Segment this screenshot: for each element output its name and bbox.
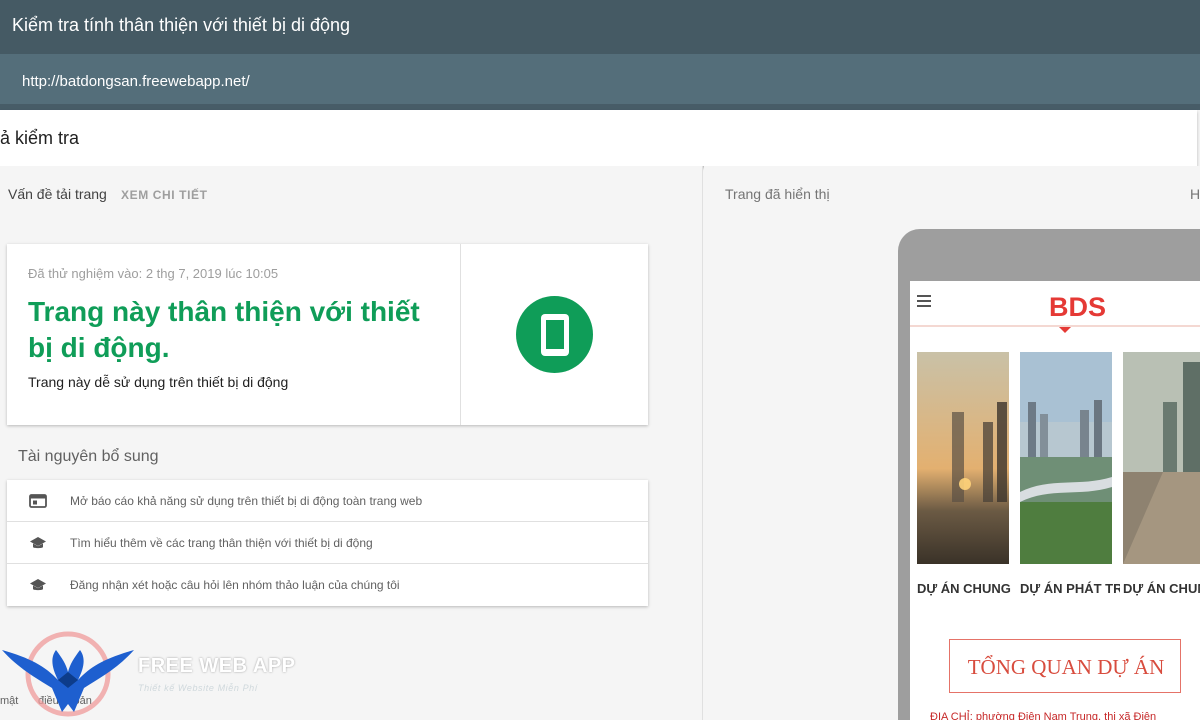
project-caption: DỰ ÁN PHÁT TRIỂN: [1020, 581, 1120, 596]
overview-box: TỔNG QUAN DỰ ÁN: [949, 639, 1181, 693]
resource-item-discussion[interactable]: Đăng nhận xét hoặc câu hỏi lên nhóm thảo…: [7, 564, 648, 606]
address-text: ĐỊA CHỈ: phường Điện Nam Trung, thị xã Đ…: [930, 711, 1157, 720]
top-app-bar: Kiểm tra tính thân thiện với thiết bị di…: [0, 0, 1200, 54]
url-bar[interactable]: http://batdongsan.freewebapp.net/: [0, 54, 1200, 110]
web-page-icon: [29, 494, 47, 508]
project-image: [1020, 352, 1112, 564]
site-header: BDS: [910, 281, 1200, 333]
project-card[interactable]: DỰ ÁN PHÁT TRIỂN: [1020, 352, 1120, 612]
project-caption: DỰ ÁN CHUNG: [917, 581, 1011, 596]
project-image: [917, 352, 1009, 564]
logo-brand: FREE WEB APP: [138, 655, 296, 677]
resource-label: Tìm hiểu thêm về các trang thân thiện vớ…: [70, 536, 373, 550]
view-details-link[interactable]: XEM CHI TIẾT: [121, 188, 208, 202]
rendered-screen: BDS DỰ ÁN CHUNG DỰ ÁN PHÁT TR DỰ ÁN CHU …: [910, 281, 1200, 720]
tested-url[interactable]: http://batdongsan.freewebapp.net/: [22, 73, 250, 90]
mobile-friendly-badge: [516, 296, 593, 373]
result-card: Đã thử nghiệm vào: 2 thg 7, 2019 lúc 10:…: [7, 244, 648, 425]
logo-tagline: Thiết kế Website Miễn Phí: [138, 683, 258, 693]
page-loading-issues-label: Vấn đề tải trang: [8, 186, 107, 202]
eagle-logo-icon: [2, 631, 134, 717]
caret-down-icon: [1059, 327, 1071, 333]
menu-icon[interactable]: [917, 295, 931, 307]
project-card[interactable]: DỰ ÁN CHUNG: [1123, 352, 1200, 612]
result-header: ả kiểm tra: [0, 110, 1197, 166]
resources-list: Mở báo cáo khả năng sử dụng trên thiết b…: [7, 480, 648, 606]
right-pane: Trang đã hiển thị H BDS DỰ ÁN CHUNG DỰ Á…: [704, 166, 1200, 720]
watermark-logo: FREE WEB APP Thiết kế Website Miễn Phí: [0, 628, 300, 720]
clipped-tab-label[interactable]: H: [1190, 186, 1200, 202]
resources-title: Tài nguyên bổ sung: [18, 448, 159, 465]
result-subtext: Trang này dễ sử dụng trên thiết bị di độ…: [28, 374, 289, 390]
project-caption: DỰ ÁN CHUNG: [1123, 581, 1200, 596]
school-icon: [30, 537, 46, 549]
resource-label: Mở báo cáo khả năng sử dụng trên thiết b…: [70, 494, 423, 508]
resource-label: Đăng nhận xét hoặc câu hỏi lên nhóm thảo…: [70, 578, 400, 592]
resource-item-learn-more[interactable]: Tìm hiểu thêm về các trang thân thiện vớ…: [7, 522, 648, 564]
site-logo: BDS: [1049, 292, 1107, 322]
rendered-page-label: Trang đã hiển thị: [725, 186, 830, 202]
phone-frame: BDS DỰ ÁN CHUNG DỰ ÁN PHÁT TR DỰ ÁN CHU …: [898, 229, 1200, 720]
resource-item-report[interactable]: Mở báo cáo khả năng sử dụng trên thiết b…: [7, 480, 648, 522]
overview-title: TỔNG QUAN DỰ ÁN: [967, 655, 1165, 679]
result-headline: Trang này thân thiện với thiết bị di độn…: [28, 296, 420, 363]
tool-title: Kiểm tra tính thân thiện với thiết bị di…: [12, 15, 351, 35]
tested-timestamp: Đã thử nghiệm vào: 2 thg 7, 2019 lúc 10:…: [28, 266, 279, 281]
project-image: [1123, 352, 1200, 564]
card-divider: [460, 244, 461, 425]
project-card[interactable]: DỰ ÁN CHUNG: [917, 352, 1011, 612]
smartphone-icon: [541, 314, 569, 356]
school-icon: [30, 579, 46, 591]
result-header-title: ả kiểm tra: [0, 128, 80, 148]
